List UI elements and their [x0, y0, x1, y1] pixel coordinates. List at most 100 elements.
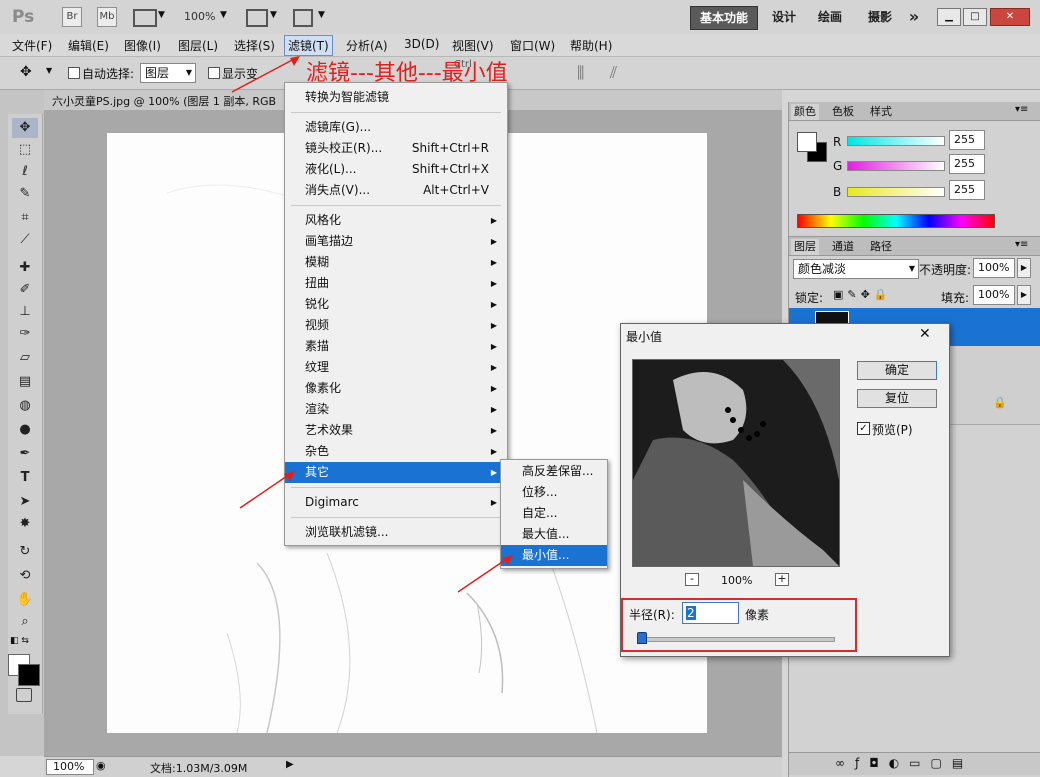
menu-item-lens-correction[interactable]: 镜头校正(R)... Shift+Ctrl+R: [285, 138, 507, 159]
maximize-icon[interactable]: □: [963, 8, 987, 26]
radius-slider-track[interactable]: [637, 637, 835, 642]
background-color-swatch[interactable]: [18, 664, 40, 686]
eraser-tool-icon[interactable]: ▱: [12, 348, 38, 368]
channel-r-input[interactable]: 255: [949, 130, 985, 150]
fill-arrow-icon[interactable]: ▶: [1017, 285, 1031, 305]
menu-item-texture[interactable]: 纹理 ▶: [285, 357, 507, 378]
auto-select-dropdown[interactable]: 图层 ▼: [140, 63, 196, 83]
menu-item-artistic[interactable]: 艺术效果 ▶: [285, 420, 507, 441]
menu-item-browse-filters-online[interactable]: 浏览联机滤镜...: [285, 522, 507, 543]
pen-tool-icon[interactable]: ✒: [12, 444, 38, 464]
menu-layer[interactable]: 图层(L): [178, 37, 218, 54]
tab-paths[interactable]: 路径: [867, 239, 895, 255]
channel-b-slider[interactable]: [847, 187, 945, 197]
channel-r-slider[interactable]: [847, 136, 945, 146]
tab-color[interactable]: 颜色: [791, 104, 819, 120]
arrange-documents-icon[interactable]: [246, 9, 268, 27]
menu-item-video[interactable]: 视频 ▶: [285, 315, 507, 336]
menu-3d[interactable]: 3D(D): [404, 37, 439, 51]
blur-tool-icon[interactable]: ◍: [12, 396, 38, 416]
fill-input[interactable]: 100%: [973, 285, 1015, 305]
reset-button[interactable]: 复位: [857, 389, 937, 408]
filter-preview[interactable]: [632, 359, 840, 567]
menu-window[interactable]: 窗口(W): [510, 37, 555, 54]
menu-item-render[interactable]: 渲染 ▶: [285, 399, 507, 420]
submenu-item-minimum[interactable]: 最小值...: [501, 545, 607, 566]
chevron-down-icon[interactable]: ▼: [318, 10, 325, 20]
tab-styles[interactable]: 样式: [867, 104, 895, 120]
workspace-painting[interactable]: 绘画: [812, 6, 848, 28]
opacity-arrow-icon[interactable]: ▶: [1017, 258, 1031, 278]
menu-item-other[interactable]: 其它 ▶: [285, 462, 507, 483]
zoom-in-button[interactable]: +: [775, 573, 789, 586]
hand-tool-icon[interactable]: ✋: [12, 590, 38, 610]
opacity-input[interactable]: 100%: [973, 258, 1015, 278]
tab-channels[interactable]: 通道: [829, 239, 857, 255]
bridge-button[interactable]: Br: [62, 7, 82, 27]
workspace-photography[interactable]: 摄影: [860, 6, 900, 28]
move-tool-icon[interactable]: ✥: [20, 64, 32, 80]
radius-input[interactable]: 2: [682, 602, 739, 624]
menu-select[interactable]: 选择(S): [234, 37, 275, 54]
marquee-tool-icon[interactable]: ⬚: [12, 140, 38, 160]
channel-g-slider[interactable]: [847, 161, 945, 171]
menu-item-distort[interactable]: 扭曲 ▶: [285, 273, 507, 294]
preview-checkbox[interactable]: ✓: [857, 422, 870, 435]
menu-item-noise[interactable]: 杂色 ▶: [285, 441, 507, 462]
lock-options-icon[interactable]: ▣✎✥🔒: [833, 288, 892, 301]
status-info-icon[interactable]: ◉: [96, 759, 106, 772]
eyedropper-tool-icon[interactable]: ⟋: [12, 230, 38, 250]
status-zoom[interactable]: 100%: [46, 759, 94, 775]
zoom-out-button[interactable]: -: [685, 573, 699, 586]
zoom-tool-icon[interactable]: ⌕: [12, 612, 38, 632]
menu-item-sketch[interactable]: 素描 ▶: [285, 336, 507, 357]
menu-item-stylize[interactable]: 风格化 ▶: [285, 210, 507, 231]
tab-layers[interactable]: 图层: [791, 239, 819, 255]
blend-mode-dropdown[interactable]: 颜色减淡 ▼: [793, 259, 919, 279]
history-brush-tool-icon[interactable]: ✑: [12, 324, 38, 344]
move-tool-icon[interactable]: ✥: [12, 118, 38, 138]
3d-orbit-tool-icon[interactable]: ⟲: [12, 566, 38, 586]
color-spectrum-bar[interactable]: [797, 214, 995, 228]
menu-filter[interactable]: 滤镜(T): [284, 35, 333, 56]
menu-item-vanishing-point[interactable]: 消失点(V)... Alt+Ctrl+V: [285, 180, 507, 201]
chevron-down-icon[interactable]: ▼: [220, 10, 227, 20]
mini-bridge-button[interactable]: Mb: [97, 7, 117, 27]
radius-slider-thumb[interactable]: [636, 632, 647, 644]
menu-file[interactable]: 文件(F): [12, 37, 52, 54]
view-extras-icon[interactable]: [133, 9, 157, 27]
auto-select-checkbox[interactable]: [68, 67, 80, 79]
layer-actions-icons[interactable]: ∞ƒ◘◐▭▢▤: [835, 756, 973, 770]
show-transform-checkbox[interactable]: [208, 67, 220, 79]
ok-button[interactable]: 确定: [857, 361, 937, 380]
menu-item-brush-strokes[interactable]: 画笔描边 ▶: [285, 231, 507, 252]
close-icon[interactable]: ✕: [990, 8, 1030, 26]
menu-item-blur[interactable]: 模糊 ▶: [285, 252, 507, 273]
more-workspaces-button[interactable]: »: [904, 6, 924, 28]
menu-analysis[interactable]: 分析(A): [346, 37, 388, 54]
panel-menu-icon[interactable]: ▾≡: [1015, 239, 1028, 250]
brush-tool-icon[interactable]: ✐: [12, 280, 38, 300]
menu-item-sharpen[interactable]: 锐化 ▶: [285, 294, 507, 315]
crop-tool-icon[interactable]: ⌗: [12, 208, 38, 228]
panel-menu-icon[interactable]: ▾≡: [1015, 104, 1028, 115]
shape-tool-icon[interactable]: ✸: [12, 514, 38, 534]
chevron-down-icon[interactable]: ▼: [158, 10, 165, 20]
auto-align-icon[interactable]: ⫽: [610, 63, 617, 83]
menu-item-digimarc[interactable]: Digimarc ▶: [285, 492, 507, 513]
distribute-icon[interactable]: ⫼: [577, 63, 584, 83]
menu-item-pixelate[interactable]: 像素化 ▶: [285, 378, 507, 399]
stamp-tool-icon[interactable]: ⊥: [12, 302, 38, 322]
healing-brush-tool-icon[interactable]: ✚: [12, 258, 38, 278]
quick-select-tool-icon[interactable]: ✎: [12, 184, 38, 204]
menu-edit[interactable]: 编辑(E): [68, 37, 109, 54]
tab-swatches[interactable]: 色板: [829, 104, 857, 120]
menu-item-filter-gallery[interactable]: 滤镜库(G)...: [285, 117, 507, 138]
submenu-item-offset[interactable]: 位移...: [501, 482, 607, 503]
default-colors-icon[interactable]: ◧ ⇆: [10, 636, 29, 646]
submenu-item-high-pass[interactable]: 高反差保留...: [501, 461, 607, 482]
channel-b-input[interactable]: 255: [949, 180, 985, 200]
screen-mode-icon[interactable]: [293, 9, 313, 27]
chevron-down-icon[interactable]: ▼: [270, 10, 277, 20]
zoom-level[interactable]: 100%: [184, 10, 215, 23]
